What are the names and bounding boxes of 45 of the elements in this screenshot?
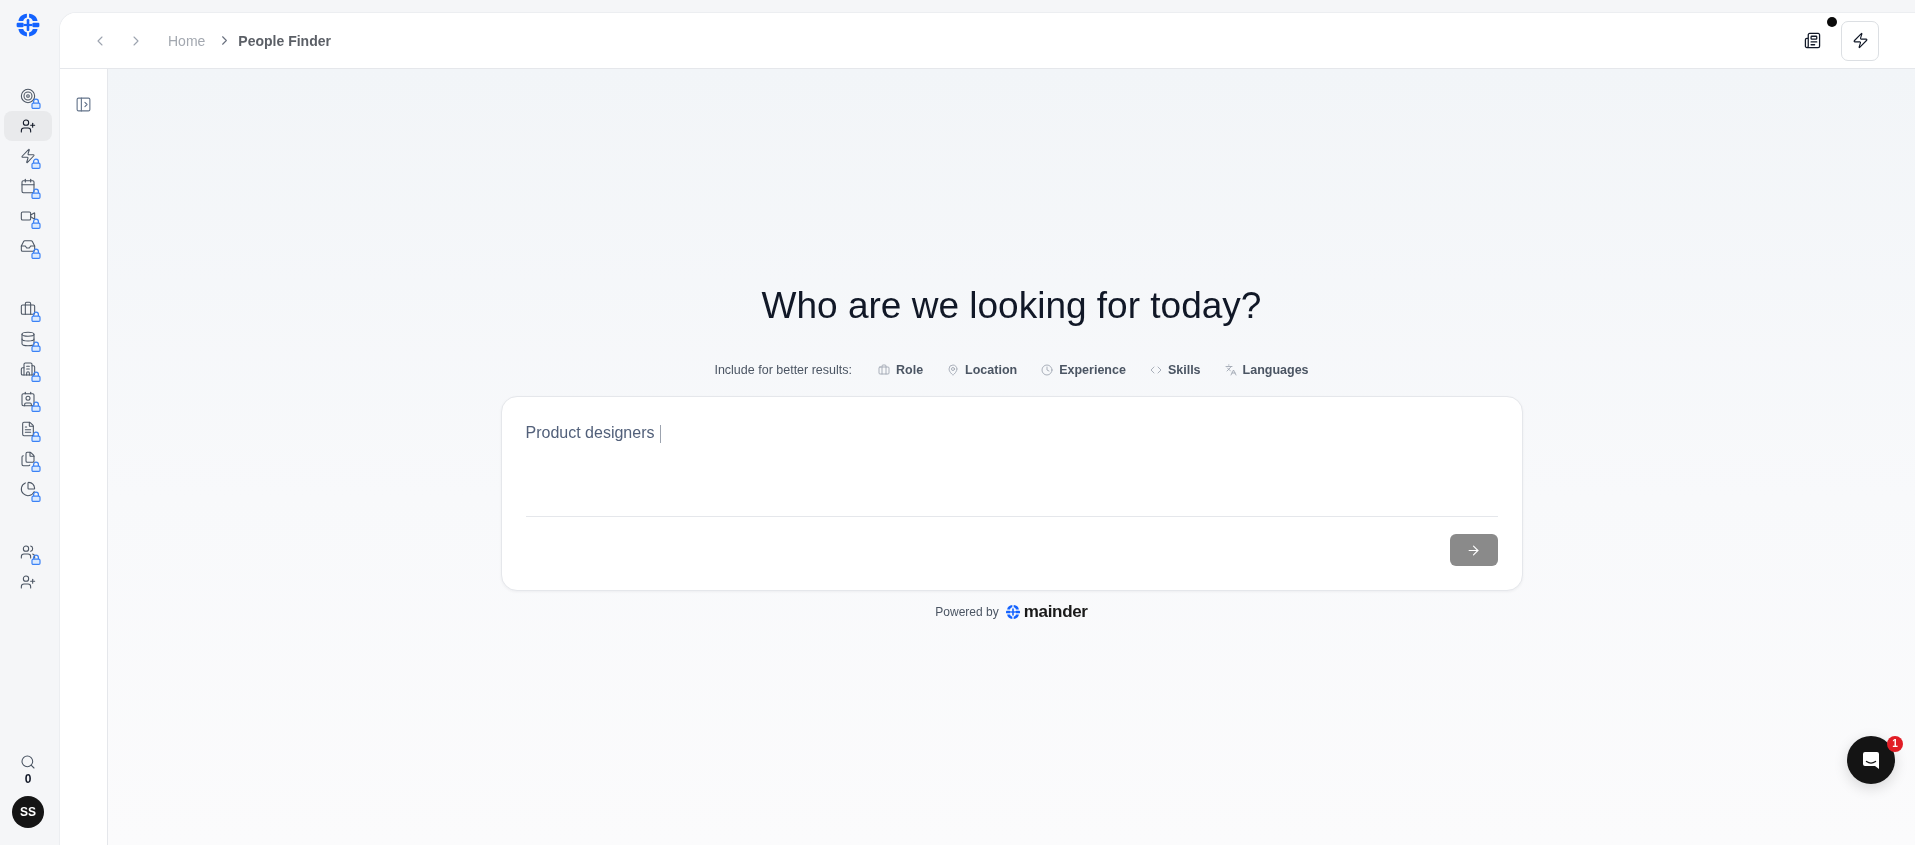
lightning-bolt-icon (1851, 32, 1869, 49)
video-camera-icon (20, 208, 36, 224)
chat-bubble-icon (1862, 750, 1880, 770)
building-icon (20, 361, 36, 377)
text-cursor-icon (660, 425, 662, 443)
nav-item[interactable] (4, 111, 52, 141)
newspaper-icon (1803, 32, 1821, 49)
user-avatar[interactable]: SS (12, 796, 44, 828)
user-plus-icon (20, 574, 36, 590)
brand-name: mainder (1023, 602, 1088, 622)
hint-text: Experience (1059, 363, 1126, 377)
calendar-icon (20, 178, 36, 194)
translate-icon (1224, 364, 1237, 376)
panel-toggle-button[interactable] (73, 94, 94, 114)
search-icon (20, 754, 36, 770)
search-count: 0 (24, 772, 32, 786)
inbox-tray-icon (20, 238, 36, 254)
map-pin-icon (947, 364, 960, 376)
pie-chart-icon (20, 481, 36, 497)
clock-icon (1041, 364, 1054, 376)
panel-open-icon (75, 95, 92, 113)
hint-text: Languages (1242, 363, 1309, 377)
hint-text: Role (896, 363, 924, 377)
contact-card-icon (20, 391, 36, 407)
briefcase-icon (20, 301, 36, 317)
files-icon (20, 451, 36, 467)
current-page-title: People Finder (238, 32, 331, 49)
code-brackets-icon (1149, 364, 1162, 376)
arrow-right-icon (1466, 542, 1481, 558)
target-icon (20, 88, 36, 104)
user-plus-icon (20, 118, 36, 134)
briefcase-icon (878, 364, 890, 376)
brand-logo-icon (1004, 604, 1021, 620)
document-icon (20, 421, 36, 437)
hint-label: Include for better results: (714, 363, 852, 377)
hint-text: Location (965, 363, 1018, 377)
page-title: Who are we looking for today? (761, 284, 1262, 328)
powered-by-text: Powered by (935, 605, 999, 619)
logo-icon (15, 12, 41, 38)
database-icon (20, 331, 36, 347)
quick-actions-button[interactable] (1841, 20, 1879, 61)
lightning-bolt-icon (20, 148, 36, 164)
hint-text: Skills (1167, 363, 1201, 377)
search-field[interactable]: Product designers (525, 397, 1498, 517)
users-icon (20, 544, 36, 560)
